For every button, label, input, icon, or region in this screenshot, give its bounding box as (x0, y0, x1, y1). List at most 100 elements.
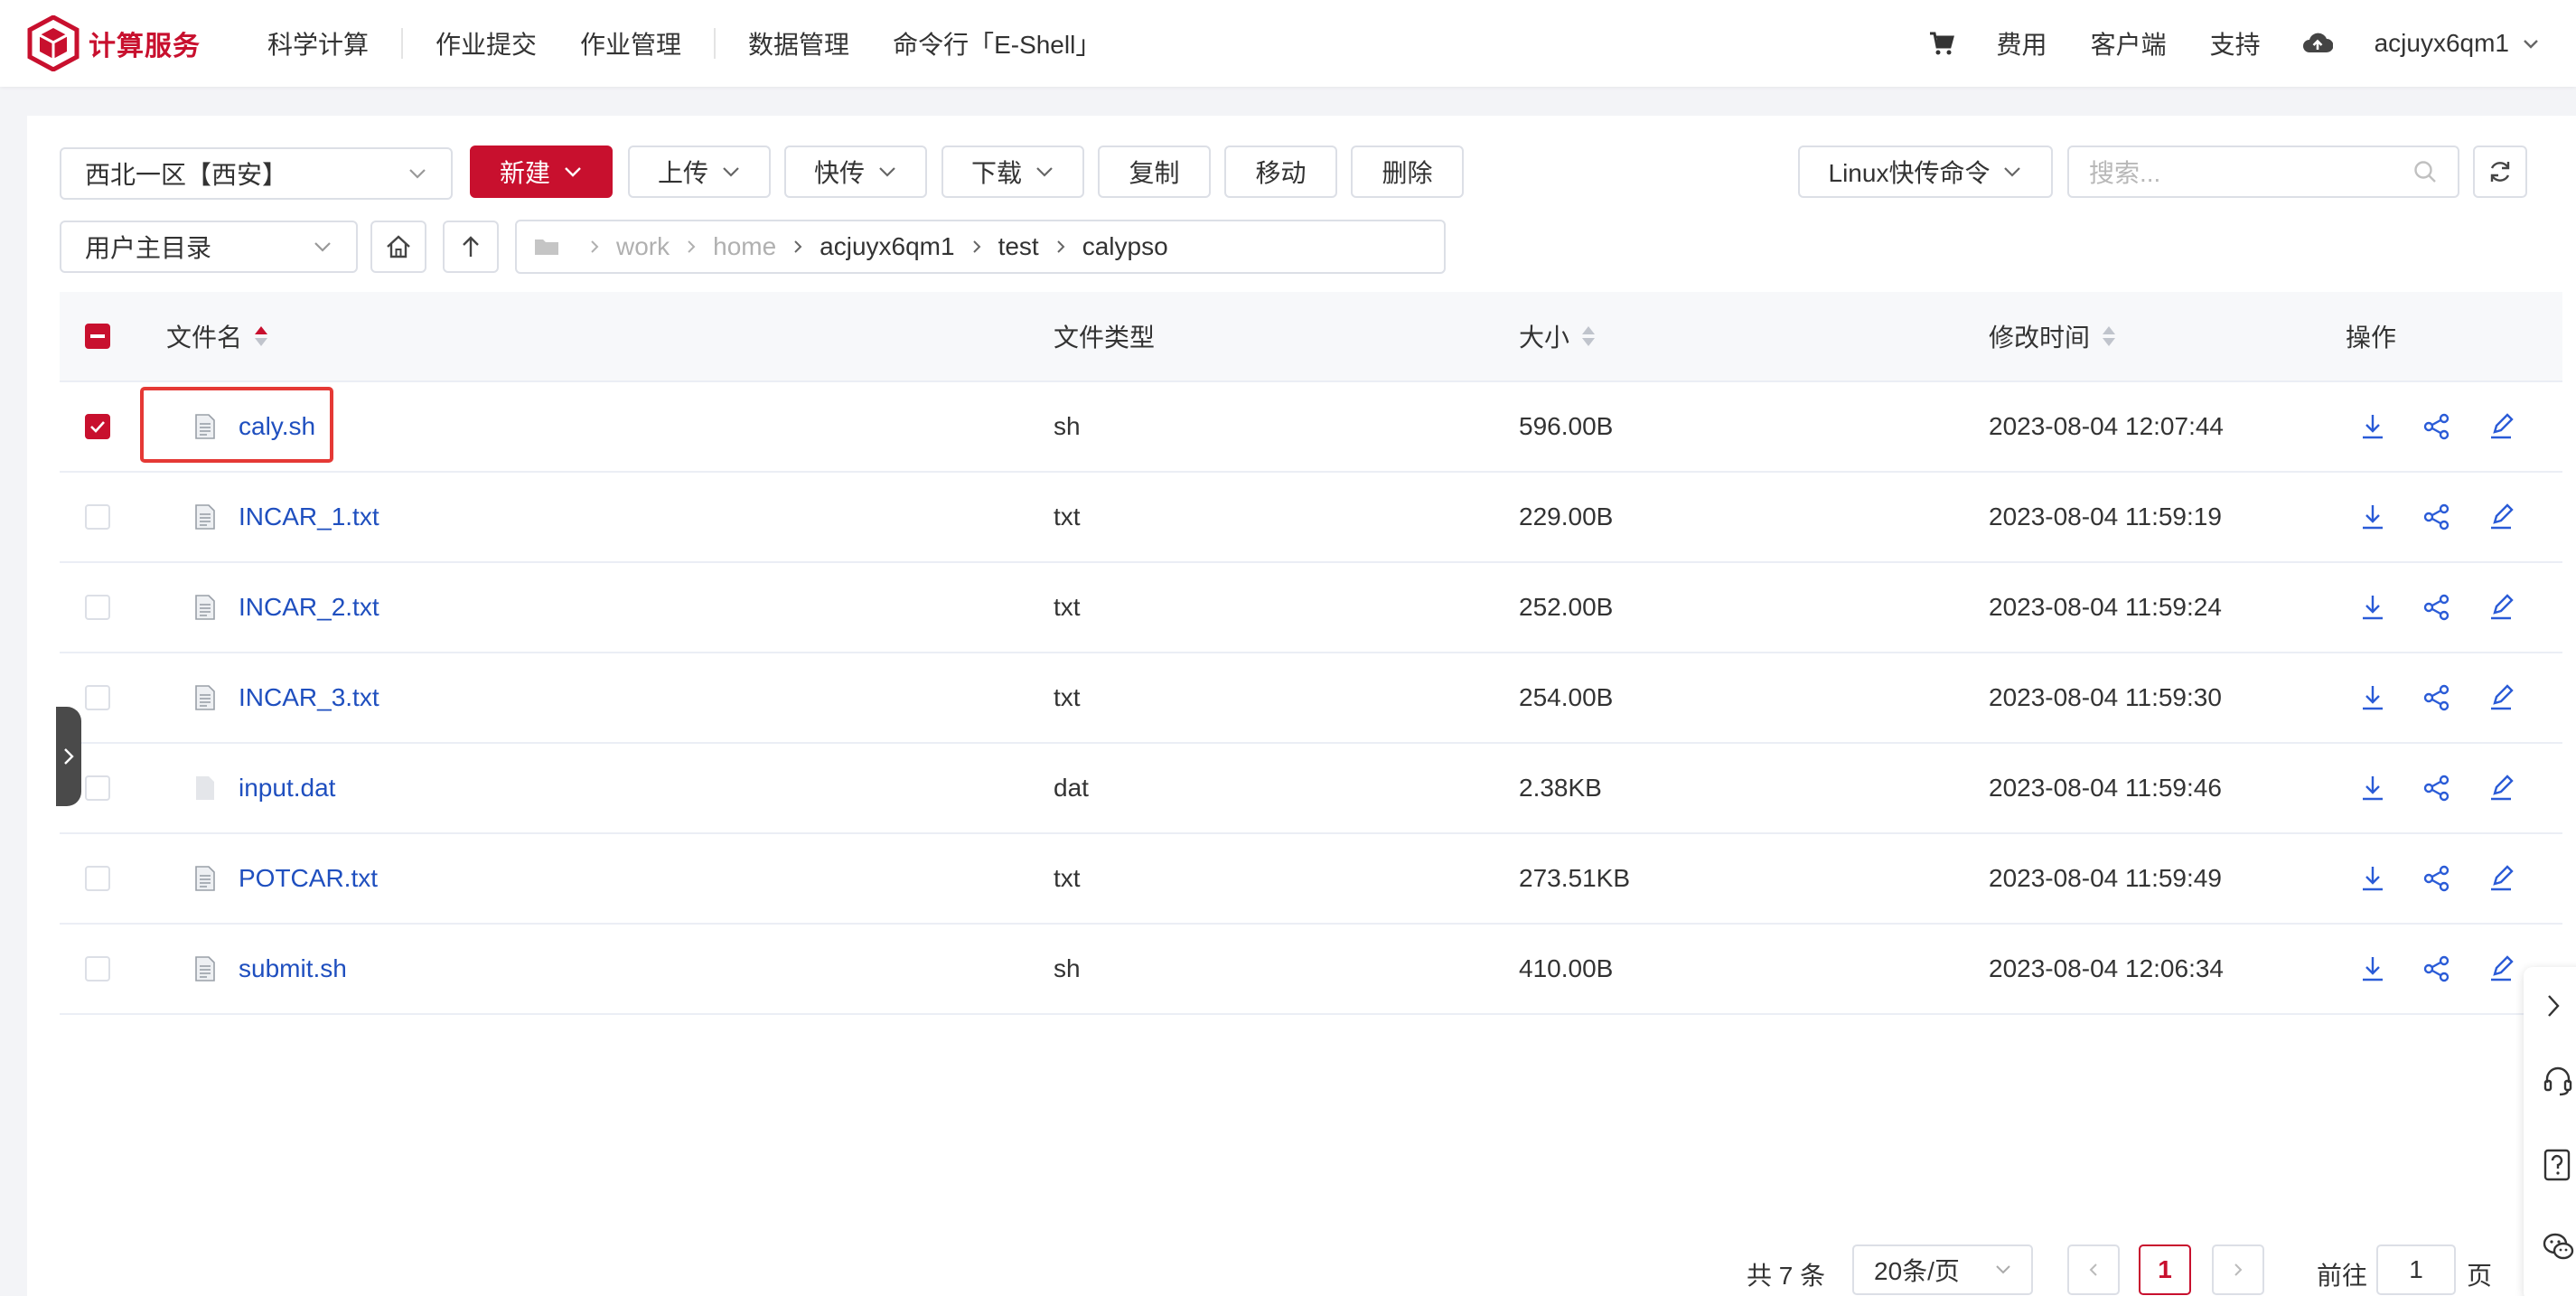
row-checkbox[interactable] (85, 414, 110, 439)
cart-icon[interactable] (1908, 30, 1975, 57)
cube-logo-icon (27, 15, 80, 71)
region-select[interactable]: 西北一区【西安】 (60, 147, 453, 200)
edit-icon[interactable] (2487, 954, 2515, 983)
delete-button[interactable]: 删除 (1351, 146, 1464, 198)
nav-data-manage[interactable]: 数据管理 (726, 25, 871, 61)
header-filename[interactable]: 文件名 (166, 292, 269, 380)
edit-icon[interactable] (2487, 864, 2515, 893)
goto-prefix: 前往 (2317, 1262, 2368, 1290)
float-customer-service-button[interactable] (2542, 1065, 2574, 1097)
table-row[interactable]: INCAR_2.txt txt 252.00B 2023-08-04 11:59:24 (60, 563, 2562, 653)
refresh-button[interactable] (2473, 146, 2527, 198)
nav-fees[interactable]: 费用 (1975, 25, 2069, 61)
linux-command-dropdown[interactable]: Linux快传命令 (1798, 146, 2053, 198)
share-icon[interactable] (2422, 502, 2451, 531)
share-icon[interactable] (2422, 864, 2451, 893)
float-wechat-button[interactable] (2542, 1231, 2576, 1263)
row-actions (2359, 473, 2551, 561)
nav-job-submit[interactable]: 作业提交 (414, 25, 558, 61)
share-icon[interactable] (2422, 774, 2451, 803)
table-row[interactable]: INCAR_3.txt txt 254.00B 2023-08-04 11:59:30 (60, 653, 2562, 744)
new-button[interactable]: 新建 (470, 146, 613, 198)
share-icon[interactable] (2422, 412, 2451, 441)
cloud-upload-icon[interactable] (2282, 31, 2353, 56)
nav-eshell[interactable]: 命令行「E-Shell」 (871, 25, 1122, 61)
row-filename-cell: submit.sh (193, 925, 347, 1013)
header-size[interactable]: 大小 (1519, 292, 1597, 380)
page-size-select[interactable]: 20条/页 (1852, 1244, 2033, 1295)
goto-page-input[interactable]: 1 (2376, 1244, 2456, 1295)
table-row[interactable]: POTCAR.txt txt 273.51KB 2023-08-04 11:59:49 (60, 834, 2562, 925)
download-icon[interactable] (2359, 954, 2386, 983)
next-page-button[interactable] (2212, 1244, 2264, 1295)
float-faq-button[interactable] (2542, 1148, 2574, 1182)
edit-icon[interactable] (2487, 412, 2515, 441)
row-checkbox[interactable] (85, 504, 110, 530)
table-row[interactable]: input.dat dat 2.38KB 2023-08-04 11:59:46 (60, 744, 2562, 834)
sidebar-expand-tab[interactable] (56, 707, 81, 806)
selection-highlight-box (140, 387, 333, 463)
breadcrumb-separator-icon (686, 239, 697, 255)
row-checkbox[interactable] (85, 866, 110, 891)
fast-transfer-label: 快传 (813, 159, 865, 187)
header-mtime[interactable]: 修改时间 (1989, 292, 2117, 380)
directory-select[interactable]: 用户主目录 (60, 221, 358, 273)
nav-client[interactable]: 客户端 (2069, 25, 2188, 61)
edit-icon[interactable] (2487, 683, 2515, 712)
edit-icon[interactable] (2487, 502, 2515, 531)
table-row[interactable]: INCAR_1.txt txt 229.00B 2023-08-04 11:59:19 (60, 473, 2562, 563)
table-row[interactable]: submit.sh sh 410.00B 2023-08-04 12:06:34 (60, 925, 2562, 1015)
row-filename-cell: POTCAR.txt (193, 834, 378, 923)
edit-icon[interactable] (2487, 774, 2515, 803)
breadcrumb: work home acjuyx6qm1 test calypso (515, 220, 1446, 274)
float-collapse-button[interactable] (2542, 992, 2565, 1019)
download-icon[interactable] (2359, 774, 2386, 803)
file-name-link[interactable]: POTCAR.txt (239, 864, 378, 893)
download-icon[interactable] (2359, 864, 2386, 893)
copy-button[interactable]: 复制 (1098, 146, 1211, 198)
row-checkbox[interactable] (85, 685, 110, 710)
download-icon[interactable] (2359, 502, 2386, 531)
share-icon[interactable] (2422, 593, 2451, 622)
table-row[interactable]: caly.sh sh 596.00B 2023-08-04 12:07:44 (60, 382, 2562, 473)
nav-support[interactable]: 支持 (2188, 25, 2282, 61)
row-checkbox[interactable] (85, 595, 110, 620)
nav-job-manage[interactable]: 作业管理 (558, 25, 703, 61)
download-icon[interactable] (2359, 593, 2386, 622)
breadcrumb-home[interactable]: home (713, 232, 776, 261)
select-all-cell (85, 292, 110, 380)
page-1-button[interactable]: 1 (2139, 1244, 2191, 1295)
brand-logo[interactable]: 计算服务 (27, 15, 201, 71)
share-icon[interactable] (2422, 683, 2451, 712)
user-menu[interactable]: acjuyx6qm1 (2353, 29, 2540, 58)
download-button[interactable]: 下载 (941, 146, 1084, 198)
file-name-link[interactable]: submit.sh (239, 954, 347, 983)
parent-directory-button[interactable] (443, 221, 499, 273)
row-checkbox[interactable] (85, 775, 110, 801)
upload-button[interactable]: 上传 (628, 146, 771, 198)
chevron-down-icon (1036, 167, 1053, 177)
breadcrumb-calypso[interactable]: calypso (1082, 232, 1168, 261)
file-name-link[interactable]: INCAR_2.txt (239, 593, 379, 622)
nav-scientific-computing[interactable]: 科学计算 (246, 25, 390, 61)
share-icon[interactable] (2422, 954, 2451, 983)
select-all-checkbox[interactable] (85, 324, 110, 349)
file-name-link[interactable]: INCAR_3.txt (239, 683, 379, 712)
row-size: 229.00B (1519, 502, 1614, 531)
pagination-total: 共 7 条 (1747, 1262, 1826, 1290)
prev-page-button[interactable] (2067, 1244, 2120, 1295)
chevron-left-icon (2089, 1263, 2097, 1276)
file-name-link[interactable]: input.dat (239, 774, 335, 803)
row-checkbox[interactable] (85, 956, 110, 981)
home-button[interactable] (370, 221, 426, 273)
download-icon[interactable] (2359, 412, 2386, 441)
edit-icon[interactable] (2487, 593, 2515, 622)
breadcrumb-work[interactable]: work (616, 232, 670, 261)
move-button[interactable]: 移动 (1224, 146, 1337, 198)
file-name-link[interactable]: INCAR_1.txt (239, 502, 379, 531)
breadcrumb-user[interactable]: acjuyx6qm1 (820, 232, 954, 261)
fast-transfer-button[interactable]: 快传 (784, 146, 927, 198)
download-icon[interactable] (2359, 683, 2386, 712)
search-input[interactable]: 搜索... (2067, 146, 2459, 198)
breadcrumb-test[interactable]: test (998, 232, 1039, 261)
